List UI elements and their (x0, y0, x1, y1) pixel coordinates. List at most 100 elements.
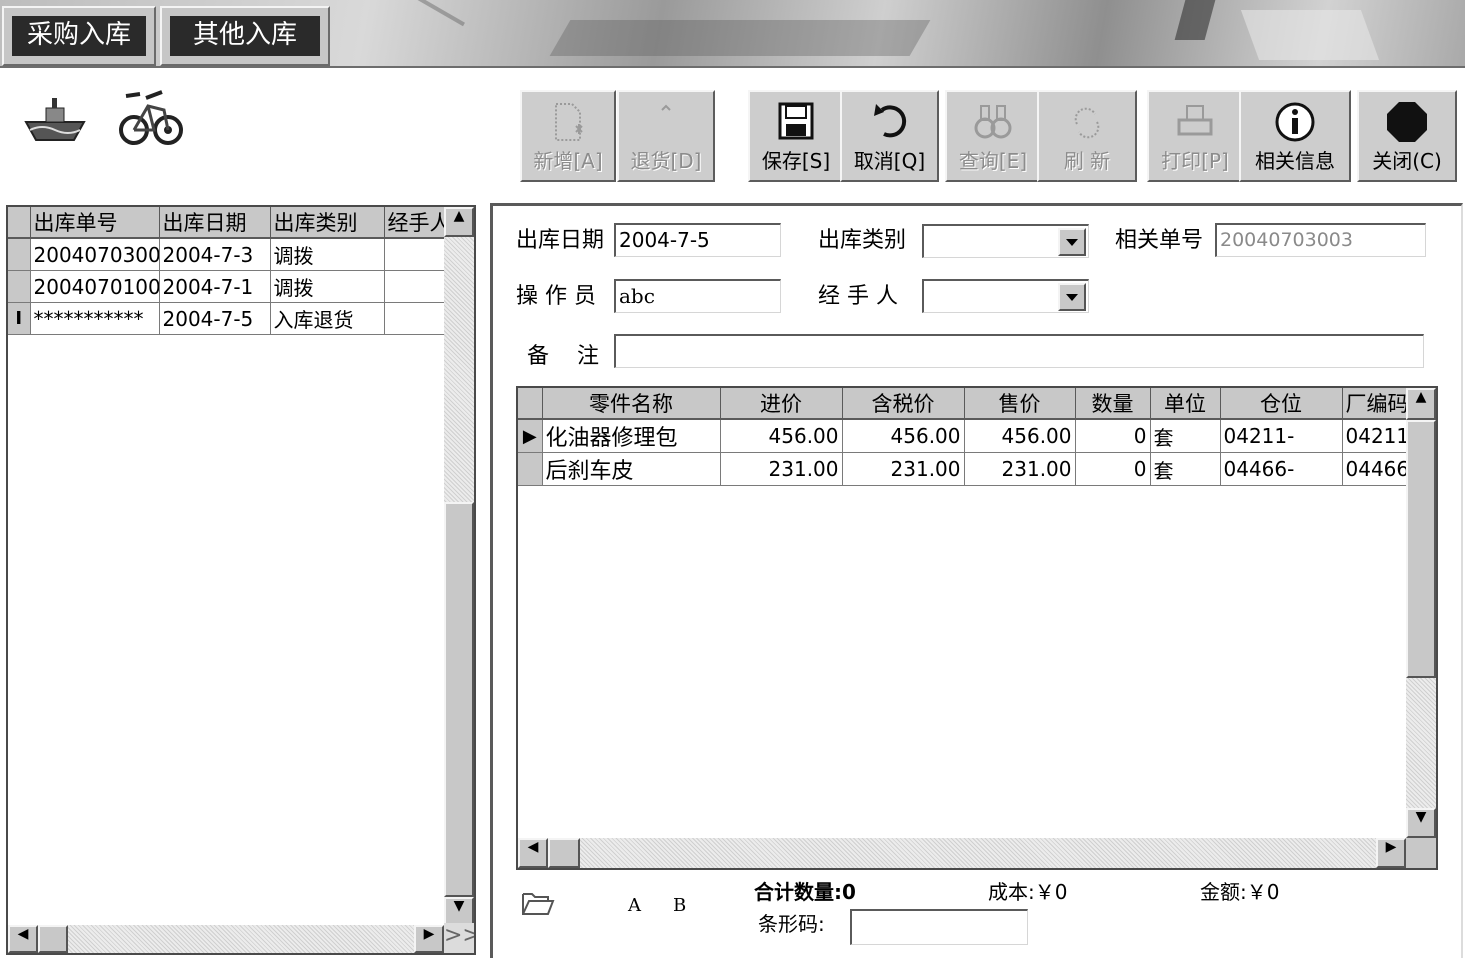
stop-sign-icon (1387, 102, 1427, 142)
column-header[interactable]: 经手人 (384, 207, 447, 239)
new-button[interactable]: 新增[A] (520, 90, 616, 182)
cell-order-no[interactable]: 20040703007 (30, 238, 160, 271)
cell-order-no[interactable]: *********** (30, 302, 160, 335)
row-indicator[interactable] (518, 452, 543, 486)
scroll-left-button[interactable]: ◀ (8, 925, 38, 953)
more-indicator[interactable]: >> (444, 923, 474, 953)
cell-unit[interactable]: 套 (1150, 452, 1221, 486)
cell-handler[interactable] (384, 270, 447, 303)
scroll-up-button[interactable]: ▲ (1406, 388, 1436, 420)
scroll-right-button[interactable]: ▶ (1376, 838, 1406, 868)
horizontal-scrollbar[interactable] (518, 838, 1406, 868)
type-select[interactable] (922, 224, 1089, 258)
button-label: 刷 新 (1063, 149, 1111, 173)
scroll-thumb[interactable] (444, 502, 474, 897)
ref-no-field[interactable]: 20040703003 (1215, 223, 1426, 257)
table-row[interactable]: ▶ 化油器修理包 456.00 456.00 456.00 0 套 04211-… (518, 419, 1407, 453)
outbound-list-grid[interactable]: 出库单号 出库日期 出库类别 经手人 20040703007 2004-7-3 … (6, 205, 476, 955)
close-button[interactable]: 关闭(C) (1357, 90, 1457, 182)
column-header[interactable]: 出库单号 (30, 207, 160, 239)
cell-tax-price[interactable]: 231.00 (842, 452, 965, 486)
handler-select[interactable] (922, 279, 1089, 313)
cell-price[interactable]: 456.00 (964, 419, 1076, 453)
column-header[interactable]: 零件名称 (542, 388, 721, 420)
open-folder-icon[interactable] (520, 888, 556, 918)
horizontal-scrollbar[interactable] (8, 925, 444, 953)
table-row[interactable]: I *********** 2004-7-5 入库退货 (8, 302, 447, 335)
cell-location[interactable]: 04211- (1220, 419, 1343, 453)
save-button[interactable]: 保存[S] (748, 90, 844, 182)
column-header[interactable]: 进价 (720, 388, 843, 420)
column-header[interactable]: 数量 (1075, 388, 1151, 420)
row-indicator[interactable] (8, 270, 31, 303)
scroll-thumb-horizontal[interactable] (548, 838, 580, 868)
cell-cost[interactable]: 231.00 (720, 452, 843, 486)
refresh-button[interactable]: 刷 新 (1037, 90, 1137, 182)
column-header[interactable]: 仓位 (1220, 388, 1343, 420)
cell-type[interactable]: 调拨 (270, 270, 385, 303)
cell-type[interactable]: 入库退货 (270, 302, 385, 335)
chevron-down-icon[interactable] (1058, 228, 1086, 256)
related-info-button[interactable]: 相关信息 (1239, 90, 1351, 182)
table-row[interactable]: 20040701008 2004-7-1 调拨 (8, 270, 447, 303)
printer-icon (1177, 105, 1213, 136)
cell-date[interactable]: 2004-7-5 (159, 302, 271, 335)
print-button[interactable]: 打印[P] (1147, 90, 1243, 182)
remark-field[interactable] (614, 334, 1424, 368)
cell-factory-code[interactable]: 04466- (1342, 452, 1407, 486)
tab-other-inbound[interactable]: 其他入库 (160, 6, 330, 66)
scroll-down-button[interactable]: ▼ (1406, 808, 1436, 838)
table-row[interactable]: 20040703007 2004-7-3 调拨 (8, 238, 447, 271)
scroll-left-button[interactable]: ◀ (518, 838, 548, 868)
return-button[interactable]: 退货[D] (617, 90, 715, 182)
column-header[interactable]: 厂编码 (1342, 388, 1407, 420)
cell-tax-price[interactable]: 456.00 (842, 419, 965, 453)
handler-label: 经 手 人 (818, 284, 898, 309)
cell-date[interactable]: 2004-7-3 (159, 238, 271, 271)
cell-cost[interactable]: 456.00 (720, 419, 843, 453)
parts-grid[interactable]: 零件名称 进价 含税价 售价 数量 单位 仓位 厂编码 ▶ 化油器修理包 456… (516, 386, 1438, 870)
cell-factory-code[interactable]: 04211- (1342, 419, 1407, 453)
table-row[interactable]: 后刹车皮 231.00 231.00 231.00 0 套 04466- 044… (518, 452, 1407, 486)
chevron-down-icon[interactable] (1058, 283, 1086, 311)
cell-part-name[interactable]: 后刹车皮 (542, 452, 721, 486)
cell-handler[interactable] (384, 238, 447, 271)
operator-label: 操 作 员 (516, 284, 596, 309)
scroll-up-button[interactable]: ▲ (444, 207, 474, 237)
scroll-thumb-horizontal[interactable] (38, 925, 68, 953)
cell-order-no[interactable]: 20040701008 (30, 270, 160, 303)
new-document-icon (555, 103, 583, 141)
row-indicator[interactable] (8, 238, 31, 271)
cancel-button[interactable]: 取消[Q] (840, 90, 939, 182)
cell-date[interactable]: 2004-7-1 (159, 270, 271, 303)
binoculars-icon (974, 105, 1012, 139)
scroll-right-button[interactable]: ▶ (414, 925, 444, 953)
column-header[interactable]: 出库类别 (270, 207, 385, 239)
boat-icon[interactable] (22, 92, 88, 148)
column-header[interactable]: 售价 (964, 388, 1076, 420)
cell-location[interactable]: 04466- (1220, 452, 1343, 486)
bicycle-icon[interactable] (118, 86, 184, 152)
cell-qty[interactable]: 0 (1075, 452, 1151, 486)
scroll-down-button[interactable]: ▼ (444, 897, 474, 925)
operator-field[interactable]: abc (614, 279, 781, 313)
banner-decoration (549, 20, 931, 56)
query-button[interactable]: 查询[E] (945, 90, 1041, 182)
column-header[interactable]: 含税价 (842, 388, 965, 420)
cell-qty[interactable]: 0 (1075, 419, 1151, 453)
cell-price[interactable]: 231.00 (964, 452, 1076, 486)
return-icon (661, 104, 671, 111)
column-header[interactable]: 出库日期 (159, 207, 271, 239)
scroll-thumb[interactable] (1406, 420, 1436, 678)
undo-arrow-icon (873, 104, 906, 138)
cell-handler[interactable] (384, 302, 447, 335)
cell-part-name[interactable]: 化油器修理包 (542, 419, 721, 453)
cell-unit[interactable]: 套 (1150, 419, 1221, 453)
date-field[interactable]: 2004-7-5 (614, 223, 781, 257)
row-indicator[interactable]: ▶ (518, 419, 543, 453)
tab-purchase-inbound[interactable]: 采购入库 (2, 6, 156, 66)
cell-type[interactable]: 调拨 (270, 238, 385, 271)
barcode-input[interactable] (850, 909, 1028, 945)
row-indicator[interactable]: I (8, 302, 31, 335)
column-header[interactable]: 单位 (1150, 388, 1221, 420)
